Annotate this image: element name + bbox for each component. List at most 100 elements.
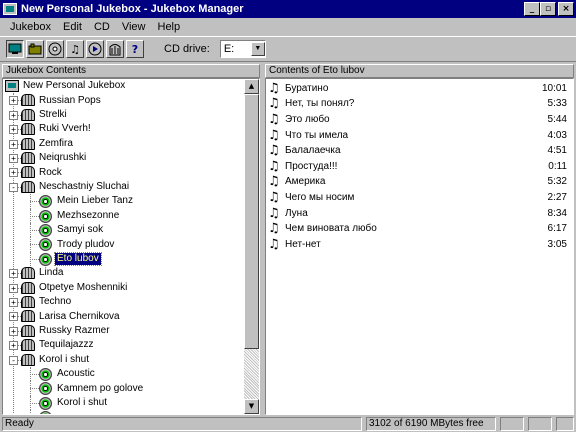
cd-icon [39,368,52,381]
cd-drive-select[interactable]: E: ▼ [219,40,266,58]
tree-jukebox-item[interactable]: + Techno [3,295,245,309]
cd-icon [39,382,52,396]
tree-child-line [30,410,31,414]
expand-icon[interactable]: + [9,341,18,351]
track-title: Америка [285,176,326,188]
track-row[interactable]: ♫ Балалаечка 4:51 [266,143,571,159]
tree-jukebox-item[interactable]: + Ruki Vverh! [3,122,245,136]
tree-disc-item[interactable]: Eto lubov [3,251,245,267]
music-note-icon: ♫ [268,158,280,174]
title-bar[interactable]: New Personal Jukebox - Jukebox Manager _… [0,0,576,18]
cd-icon [39,411,52,414]
track-duration: 6:17 [547,223,567,235]
track-row[interactable]: ♫ Луна 8:34 [266,206,571,222]
cd-button[interactable] [46,40,64,58]
menu-jukebox[interactable]: Jukebox [4,21,57,33]
scroll-thumb[interactable] [244,94,259,349]
jukebox-tree: New Personal Jukebox + Russian Pops + Strelk… [3,79,245,414]
tree-jukebox-item[interactable]: + Strelki [3,108,245,122]
expand-icon[interactable]: + [9,125,18,135]
tree-disc-item[interactable]: Acoustic [3,367,245,382]
tree-root[interactable]: New Personal Jukebox [3,79,245,93]
tree-item-label: Neiqrushki [39,152,87,164]
expand-icon[interactable]: + [9,154,18,163]
close-button[interactable]: × [558,2,574,16]
expand-icon[interactable]: + [9,96,18,106]
jukebox-manager-window: New Personal Jukebox - Jukebox Manager _… [0,0,576,432]
tree-disc-item[interactable] [3,410,245,414]
expand-icon[interactable]: + [9,312,18,322]
tree-item-label: Zemfira [39,137,73,149]
expand-icon[interactable]: + [9,168,18,178]
tree-item-label: Korol i shut [57,396,108,408]
maximize-button[interactable]: ▫ [540,2,556,16]
track-list-pane[interactable]: ♫ Буратино 10:01 ♫ Нет, ты понял? 5:33 ♫ Это лю… [265,78,574,415]
tree-item-label: Eto lubov [54,251,102,266]
pane-splitter[interactable] [261,64,264,415]
expand-icon[interactable]: + [9,269,18,279]
tree-disc-item[interactable]: Korol i shut [3,395,245,411]
record-button[interactable] [26,40,44,58]
minimize-button[interactable]: _ [524,2,540,16]
expand-icon[interactable]: + [9,283,18,293]
jukebox-icon [21,353,35,366]
music-note-icon: ♫ [70,42,80,56]
track-duration: 2:27 [547,191,567,203]
tree-disc-item[interactable]: Trody pludov [3,237,245,252]
tree-jukebox-item[interactable]: + Otpetye Moshenniki [3,281,245,295]
tree-disc-item[interactable]: Mein Lieber Tanz [3,194,245,209]
jukebox-view-button[interactable] [6,40,24,58]
track-row[interactable]: ♫ Чего мы носим 2:27 [266,190,571,206]
menu-edit[interactable]: Edit [57,21,88,33]
help-button[interactable]: ? [126,40,144,58]
tree-jukebox-item[interactable]: + Rock [3,165,245,179]
track-row[interactable]: ♫ Буратино 10:01 [266,81,571,97]
menu-help[interactable]: Help [152,21,187,33]
track-row[interactable]: ♫ Чем виновата любо 6:17 [266,221,571,237]
chevron-down-icon[interactable]: ▼ [250,42,265,56]
tree-disc-item[interactable]: Samyi sok [3,223,245,238]
cd-drive-label: CD drive: [164,43,210,55]
track-row[interactable]: ♫ Простуда!!! 0:11 [266,159,571,175]
collapse-icon[interactable]: - [9,355,18,365]
tree-jukebox-item[interactable]: - Korol i shut [3,353,245,367]
track-row[interactable]: ♫ Америка 5:32 [266,175,571,191]
track-duration: 4:03 [547,129,567,141]
tree-item-label: Rock [39,166,62,178]
tree-scrollbar[interactable]: ▲ ▼ [244,79,259,414]
tree-jukebox-item[interactable]: + Larisa Chernikova [3,309,245,323]
track-row[interactable]: ♫ Это любо 5:44 [266,112,571,128]
free-space-text: 3102 of 6190 MBytes free [366,417,496,431]
collapse-icon[interactable]: - [9,182,18,192]
jukebox-button[interactable] [106,40,124,58]
scroll-up-button[interactable]: ▲ [244,79,259,94]
tree-jukebox-item[interactable]: + Zemfira [3,137,245,151]
menu-cd[interactable]: CD [88,21,116,33]
status-text: Ready [2,417,362,431]
track-row[interactable]: ♫ Что ты имела 4:03 [266,128,571,144]
track-row[interactable]: ♫ Нет-нет 3:05 [266,237,571,253]
tree-child-line [30,237,31,252]
expand-icon[interactable]: + [9,326,18,336]
expand-icon[interactable]: + [9,139,18,149]
tree-jukebox-item[interactable]: + Neiqrushki [3,151,245,165]
tree-jukebox-item[interactable]: + Tequilajazzz [3,338,245,352]
track-row[interactable]: ♫ Нет, ты понял? 5:33 [266,97,571,113]
expand-icon[interactable]: + [9,298,18,307]
tree-jukebox-item[interactable]: + Russian Pops [3,93,245,107]
app-icon[interactable] [3,3,17,15]
jukebox-tree-pane[interactable]: New Personal Jukebox + Russian Pops + Strelk… [2,78,260,415]
tree-disc-item[interactable]: Kamnem po golove [3,381,245,396]
track-button[interactable]: ♫ [66,40,84,58]
tree-jukebox-item[interactable]: - Neschastniy Sluchai [3,180,245,194]
tree-jukebox-item[interactable]: + Linda [3,266,245,280]
tree-disc-item[interactable]: Mezhsezonne [3,208,245,223]
tree-item-label: Ruki Vverh! [39,123,91,135]
menu-view[interactable]: View [116,21,152,33]
tree-jukebox-item[interactable]: + Russky Razmer [3,324,245,338]
scroll-down-button[interactable]: ▼ [244,399,259,414]
play-button[interactable] [86,40,104,58]
status-cell-empty-1 [500,417,524,431]
tree-item-label: Linda [39,267,64,279]
expand-icon[interactable]: + [9,110,18,120]
